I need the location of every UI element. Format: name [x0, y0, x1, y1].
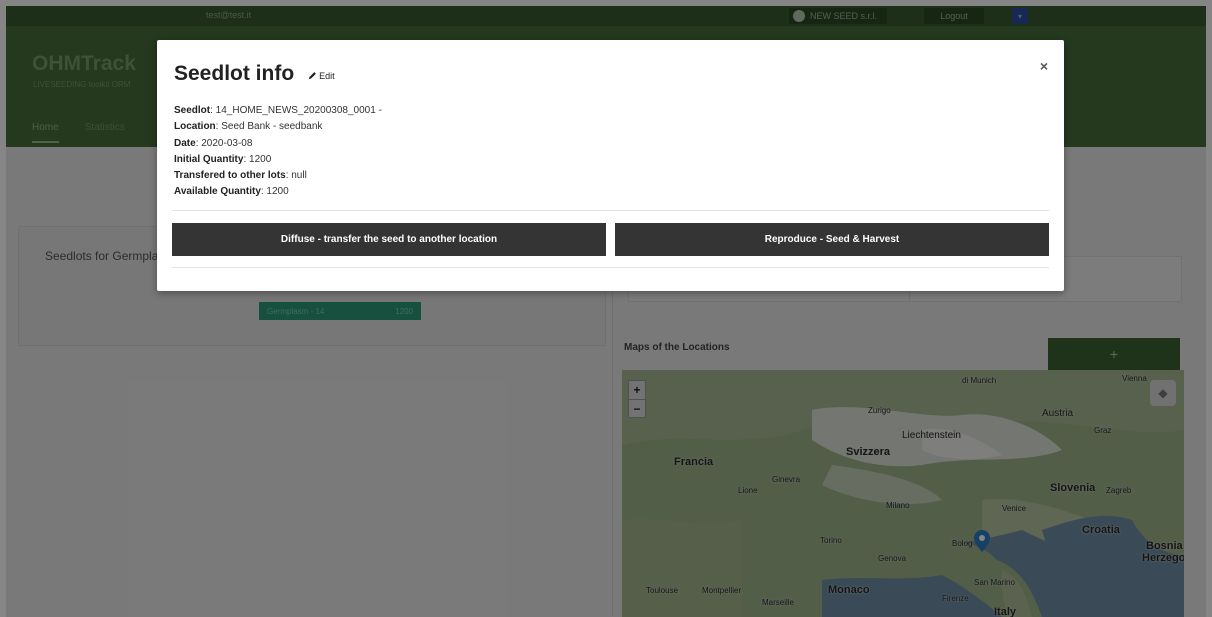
detail-label: Transfered to other lots [174, 170, 286, 182]
detail-seedlot: Seedlot: 14_HOME_NEWS_20200308_0001 - [174, 105, 382, 116]
detail-available-quantity: Available Quantity: 1200 [174, 186, 289, 198]
edit-link[interactable]: Edit [308, 71, 335, 81]
detail-value: 1200 [263, 186, 289, 198]
detail-value: null [288, 170, 307, 182]
close-icon[interactable]: × [1040, 58, 1048, 74]
modal-title: Seedlot info [174, 62, 295, 85]
detail-label: Available Quantity [174, 186, 261, 198]
detail-label: Seedlot [174, 105, 211, 116]
detail-value: 14_HOME_NEWS_20200308_0001 - [212, 105, 382, 116]
modal-divider [172, 210, 1049, 211]
seedlot-details: Seedlot: 14_HOME_NEWS_20200308_0001 - Lo… [174, 103, 382, 201]
reproduce-button[interactable]: Reproduce - Seed & Harvest [615, 223, 1049, 256]
diffuse-button[interactable]: Diffuse - transfer the seed to another l… [172, 223, 606, 256]
modal-header: Seedlot info Edit [174, 62, 335, 86]
detail-date: Date: 2020-03-08 [174, 137, 253, 149]
detail-value: 2020-03-08 [198, 137, 253, 149]
detail-value: Seed Bank - seedbank [218, 121, 323, 133]
detail-label: Location [174, 121, 216, 133]
pencil-icon [309, 72, 317, 80]
edit-label: Edit [319, 70, 335, 81]
detail-initial-quantity: Initial Quantity: 1200 [174, 153, 272, 165]
detail-location: Location: Seed Bank - seedbank [174, 121, 323, 133]
seedlot-info-modal: Seedlot info Edit × Seedlot: 14_HOME_NEW… [157, 40, 1064, 291]
detail-label: Initial Quantity [174, 153, 244, 165]
detail-value: 1200 [246, 153, 272, 165]
modal-footer-divider [172, 267, 1049, 268]
detail-transferred: Transfered to other lots: null [174, 170, 307, 182]
detail-label: Date [174, 137, 196, 149]
